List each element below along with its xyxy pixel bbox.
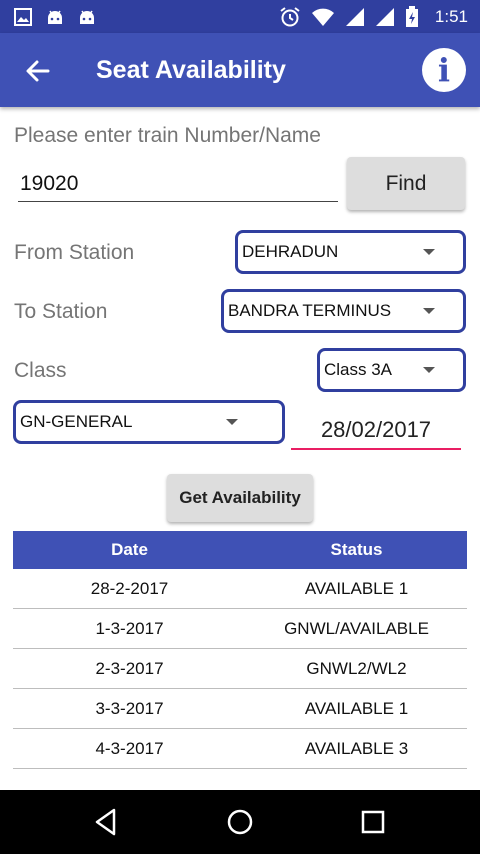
- status-bar: 1:51: [0, 0, 480, 33]
- to-station-value: BANDRA TERMINUS: [228, 301, 392, 320]
- android-icon: [48, 10, 62, 24]
- from-station-value: DEHRADUN: [242, 242, 339, 261]
- dropdown-arrow-icon: [226, 419, 238, 425]
- info-icon[interactable]: i: [422, 48, 466, 92]
- dropdown-arrow-icon: [423, 367, 435, 373]
- back-arrow-icon[interactable]: [22, 55, 54, 87]
- back-triangle-icon[interactable]: [90, 806, 122, 838]
- dropdown-arrow-icon: [423, 308, 435, 314]
- find-button[interactable]: Find: [347, 157, 465, 210]
- row-status: AVAILABLE 3: [304, 738, 409, 758]
- android-icon: [80, 10, 94, 24]
- system-icons: 1:51: [279, 6, 468, 28]
- row-status: GNWL/AVAILABLE: [284, 618, 429, 638]
- table-header: Date Status: [13, 531, 467, 569]
- train-number-input[interactable]: [18, 166, 338, 202]
- date-column-header: Date: [111, 540, 148, 559]
- recents-square-icon[interactable]: [357, 806, 389, 838]
- to-station-label: To Station: [14, 300, 108, 323]
- row-status: AVAILABLE 1: [304, 578, 409, 598]
- page-title: Seat Availability: [96, 56, 286, 84]
- signal-icon: [345, 8, 364, 26]
- dropdown-arrow-icon: [423, 249, 435, 255]
- to-station-spinner[interactable]: BANDRA TERMINUS: [221, 289, 466, 333]
- table-row: 4-3-2017 AVAILABLE 3: [13, 729, 467, 769]
- row-date: 3-3-2017: [95, 698, 164, 718]
- get-availability-button[interactable]: Get Availability: [167, 474, 313, 522]
- row-status: GNWL2/WL2: [306, 658, 407, 678]
- signal-icon: [375, 8, 394, 26]
- home-circle-icon[interactable]: [224, 806, 256, 838]
- class-label: Class: [14, 359, 67, 382]
- row-date: 28-2-2017: [90, 578, 169, 598]
- clock-time: 1:51: [434, 7, 468, 26]
- alarm-icon: [280, 7, 300, 27]
- navigation-bar: [0, 790, 480, 854]
- class-spinner[interactable]: Class 3A: [317, 348, 466, 392]
- from-station-spinner[interactable]: DEHRADUN: [235, 230, 466, 274]
- table-row: 3-3-2017 AVAILABLE 1: [13, 689, 467, 729]
- notification-icons: [14, 8, 96, 26]
- app-bar: Seat Availability i: [0, 33, 480, 107]
- row-status: AVAILABLE 1: [304, 698, 409, 718]
- journey-date-field[interactable]: 28/02/2017: [291, 410, 461, 450]
- quota-value: GN-GENERAL: [20, 412, 133, 431]
- train-prompt-label: Please enter train Number/Name: [14, 124, 321, 147]
- class-value: Class 3A: [324, 360, 393, 379]
- wifi-icon: [311, 8, 334, 26]
- battery-charging-icon: [405, 6, 418, 27]
- quota-spinner[interactable]: GN-GENERAL: [13, 400, 285, 444]
- table-row: 2-3-2017 GNWL2/WL2: [13, 649, 467, 689]
- row-date: 4-3-2017: [95, 738, 164, 758]
- availability-table: Date Status 28-2-2017 AVAILABLE 1 1-3-20…: [13, 531, 467, 769]
- status-column-header: Status: [330, 540, 383, 559]
- row-date: 2-3-2017: [95, 658, 164, 678]
- from-station-label: From Station: [14, 241, 135, 264]
- table-row: 1-3-2017 GNWL/AVAILABLE: [13, 609, 467, 649]
- image-icon: [14, 8, 32, 26]
- table-row: 28-2-2017 AVAILABLE 1: [13, 569, 467, 609]
- row-date: 1-3-2017: [95, 618, 164, 638]
